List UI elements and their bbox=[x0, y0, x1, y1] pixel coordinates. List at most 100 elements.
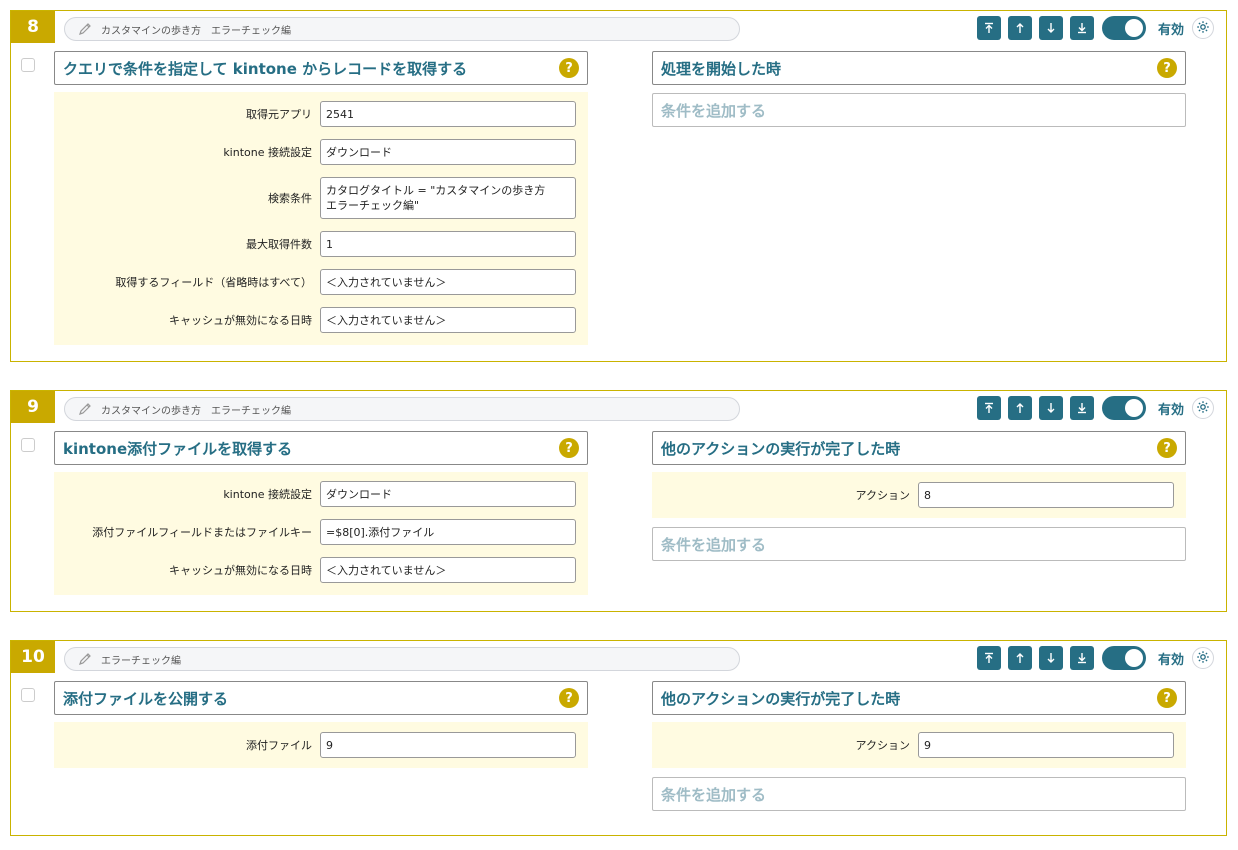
action-header[interactable]: 添付ファイルを公開する ? bbox=[54, 681, 588, 715]
enable-toggle[interactable] bbox=[1101, 16, 1146, 40]
add-condition-label: 条件を追加する bbox=[661, 101, 767, 120]
rule-number: 9 bbox=[11, 391, 55, 423]
trigger-header[interactable]: 処理を開始した時 ? bbox=[652, 51, 1186, 85]
param-input[interactable]: ダウンロード bbox=[320, 139, 576, 165]
trigger-header[interactable]: 他のアクションの実行が完了した時 ? bbox=[652, 431, 1186, 465]
param-row: アクション 8 bbox=[652, 482, 1186, 508]
param-input[interactable]: 9 bbox=[320, 732, 576, 758]
settings-button[interactable] bbox=[1192, 647, 1214, 669]
trigger-title: 他のアクションの実行が完了した時 bbox=[661, 439, 901, 458]
enable-toggle[interactable] bbox=[1101, 396, 1146, 420]
move-bottom-icon bbox=[1076, 649, 1088, 668]
settings-button[interactable] bbox=[1192, 17, 1214, 39]
move-bottom-icon bbox=[1076, 399, 1088, 418]
rule-card-8: 8 カスタマインの歩き方 エラーチェック編 有効 クエリで条件を指定して kin… bbox=[10, 10, 1227, 362]
enabled-label: 有効 bbox=[1157, 402, 1184, 418]
move-up-icon bbox=[1014, 19, 1026, 38]
param-row: 取得元アプリ 2541 bbox=[54, 101, 588, 127]
param-input[interactable]: 1 bbox=[320, 231, 576, 257]
action-params: 取得元アプリ 2541 kintone 接続設定 ダウンロード 検索条件 カタロ… bbox=[54, 92, 588, 345]
param-input[interactable]: ＜入力されていません＞ bbox=[320, 307, 576, 333]
move-top-button[interactable] bbox=[976, 396, 1001, 420]
param-row: 添付ファイルフィールドまたはファイルキー =$8[0].添付ファイル bbox=[54, 519, 588, 545]
param-input[interactable]: ダウンロード bbox=[320, 481, 576, 507]
move-bottom-button[interactable] bbox=[1069, 396, 1094, 420]
add-condition-button[interactable]: 条件を追加する bbox=[652, 93, 1186, 127]
trigger-header[interactable]: 他のアクションの実行が完了した時 ? bbox=[652, 681, 1186, 715]
enabled-label: 有効 bbox=[1157, 22, 1184, 38]
move-up-button[interactable] bbox=[1007, 396, 1032, 420]
param-input[interactable]: =$8[0].添付ファイル bbox=[320, 519, 576, 545]
move-down-button[interactable] bbox=[1038, 396, 1063, 420]
param-row: 検索条件 カタログタイトル = "カスタマインの歩き方 エラーチェック編" bbox=[54, 177, 588, 219]
action-title: クエリで条件を指定して kintone からレコードを取得する bbox=[63, 59, 468, 78]
move-down-icon bbox=[1045, 649, 1057, 668]
help-icon[interactable]: ? bbox=[1157, 58, 1177, 78]
param-label: キャッシュが無効になる日時 bbox=[169, 314, 312, 327]
param-label: 添付ファイル bbox=[246, 739, 312, 752]
action-header[interactable]: クエリで条件を指定して kintone からレコードを取得する ? bbox=[54, 51, 588, 85]
enabled-label: 有効 bbox=[1157, 652, 1184, 668]
memo-field[interactable]: カスタマインの歩き方 エラーチェック編 bbox=[64, 17, 740, 41]
param-label: 取得元アプリ bbox=[246, 108, 312, 121]
param-label: アクション bbox=[855, 489, 910, 502]
move-up-button[interactable] bbox=[1007, 646, 1032, 670]
help-icon[interactable]: ? bbox=[1157, 438, 1177, 458]
param-input[interactable]: カタログタイトル = "カスタマインの歩き方 エラーチェック編" bbox=[320, 177, 576, 219]
trigger-params: アクション 9 bbox=[652, 722, 1186, 768]
trigger-title: 処理を開始した時 bbox=[661, 59, 782, 78]
param-label: 添付ファイルフィールドまたはファイルキー bbox=[92, 526, 312, 539]
pencil-icon bbox=[77, 651, 93, 667]
help-icon[interactable]: ? bbox=[559, 438, 579, 458]
memo-text: エラーチェック編 bbox=[101, 655, 181, 667]
param-row: kintone 接続設定 ダウンロード bbox=[54, 139, 588, 165]
param-input[interactable]: ＜入力されていません＞ bbox=[320, 269, 576, 295]
action-title: kintone添付ファイルを取得する bbox=[63, 439, 293, 458]
action-header[interactable]: kintone添付ファイルを取得する ? bbox=[54, 431, 588, 465]
move-up-button[interactable] bbox=[1007, 16, 1032, 40]
settings-button[interactable] bbox=[1192, 397, 1214, 419]
param-input[interactable]: ＜入力されていません＞ bbox=[320, 557, 576, 583]
move-top-button[interactable] bbox=[976, 646, 1001, 670]
rule-toolbar: 有効 bbox=[970, 646, 1214, 670]
help-icon[interactable]: ? bbox=[1157, 688, 1177, 708]
move-bottom-button[interactable] bbox=[1069, 16, 1094, 40]
param-row: 取得するフィールド（省略時はすべて） ＜入力されていません＞ bbox=[54, 269, 588, 295]
action-params: kintone 接続設定 ダウンロード 添付ファイルフィールドまたはファイルキー… bbox=[54, 472, 588, 595]
action-title: 添付ファイルを公開する bbox=[63, 689, 229, 708]
rule-toolbar: 有効 bbox=[970, 396, 1214, 420]
memo-field[interactable]: エラーチェック編 bbox=[64, 647, 740, 671]
rule-number: 10 bbox=[11, 641, 55, 673]
rule-select-checkbox[interactable] bbox=[21, 58, 35, 72]
param-input[interactable]: 2541 bbox=[320, 101, 576, 127]
memo-field[interactable]: カスタマインの歩き方 エラーチェック編 bbox=[64, 397, 740, 421]
trigger-title: 他のアクションの実行が完了した時 bbox=[661, 689, 901, 708]
move-down-button[interactable] bbox=[1038, 16, 1063, 40]
move-up-icon bbox=[1014, 399, 1026, 418]
rule-select-checkbox[interactable] bbox=[21, 438, 35, 452]
rule-select-checkbox[interactable] bbox=[21, 688, 35, 702]
add-condition-label: 条件を追加する bbox=[661, 785, 767, 804]
rule-card-10: 10 エラーチェック編 有効 添付ファイルを公開する ? 添付ファイル 9 他の… bbox=[10, 640, 1227, 836]
gear-icon bbox=[1196, 399, 1210, 418]
help-icon[interactable]: ? bbox=[559, 58, 579, 78]
action-params: 添付ファイル 9 bbox=[54, 722, 588, 768]
add-condition-button[interactable]: 条件を追加する bbox=[652, 777, 1186, 811]
help-icon[interactable]: ? bbox=[559, 688, 579, 708]
param-row: アクション 9 bbox=[652, 732, 1186, 758]
param-input[interactable]: 8 bbox=[918, 482, 1174, 508]
param-input[interactable]: 9 bbox=[918, 732, 1174, 758]
move-down-icon bbox=[1045, 399, 1057, 418]
param-label: キャッシュが無効になる日時 bbox=[169, 564, 312, 577]
add-condition-button[interactable]: 条件を追加する bbox=[652, 527, 1186, 561]
move-top-button[interactable] bbox=[976, 16, 1001, 40]
toggle-knob bbox=[1124, 399, 1143, 417]
move-down-button[interactable] bbox=[1038, 646, 1063, 670]
memo-text: カスタマインの歩き方 エラーチェック編 bbox=[101, 25, 291, 37]
rule-toolbar: 有効 bbox=[970, 16, 1214, 40]
param-row: kintone 接続設定 ダウンロード bbox=[54, 481, 588, 507]
move-bottom-button[interactable] bbox=[1069, 646, 1094, 670]
param-row: キャッシュが無効になる日時 ＜入力されていません＞ bbox=[54, 307, 588, 333]
enable-toggle[interactable] bbox=[1101, 646, 1146, 670]
param-row: キャッシュが無効になる日時 ＜入力されていません＞ bbox=[54, 557, 588, 583]
